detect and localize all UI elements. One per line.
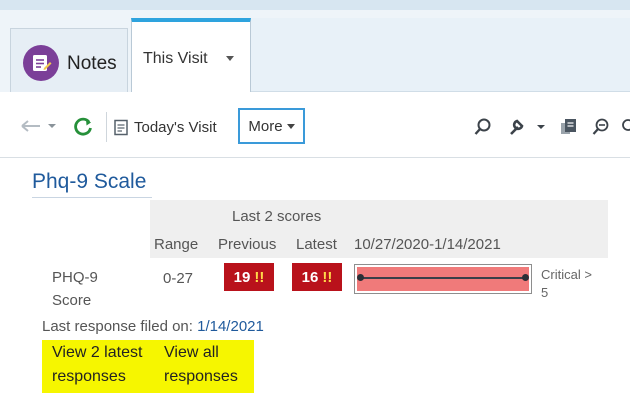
zoom-icon xyxy=(592,118,609,135)
last-response-text: Last response filed on: 1/14/2021 xyxy=(42,318,264,335)
view-latest-responses-link[interactable]: View 2 latest responses xyxy=(52,341,142,389)
view-latest-line1: View 2 latest xyxy=(52,344,143,361)
section-divider xyxy=(32,197,152,198)
trend-point-latest xyxy=(522,274,529,281)
view-latest-line2: responses xyxy=(52,368,126,385)
row-label: PHQ-9 Score xyxy=(52,266,98,312)
last-response-date-link[interactable]: 1/14/2021 xyxy=(197,318,264,335)
view-all-responses-link[interactable]: View all responses xyxy=(164,341,238,389)
group-header: Last 2 scores xyxy=(232,208,322,225)
search-icon xyxy=(474,118,491,135)
zoom-button[interactable] xyxy=(588,114,614,140)
search-button[interactable] xyxy=(470,114,496,140)
toolbar-divider xyxy=(106,112,107,142)
section-title: Phq-9 Scale xyxy=(32,170,147,193)
todays-visit-label: Today's Visit xyxy=(134,118,217,136)
tab-this-visit[interactable]: This Visit xyxy=(131,18,251,92)
overflow-icon-button[interactable] xyxy=(616,114,630,140)
tab-strip: Notes This Visit xyxy=(0,0,630,92)
alert-icon: !! xyxy=(254,268,265,286)
row-label-line2: Score xyxy=(52,292,92,309)
critical-threshold: Critical > 5 xyxy=(541,266,592,302)
view-all-line2: responses xyxy=(164,368,238,385)
trend-line xyxy=(360,277,526,279)
latest-score-value: 16 xyxy=(301,268,319,286)
last-response-label: Last response filed on: xyxy=(42,318,193,335)
row-label-line1: PHQ-9 xyxy=(52,269,98,286)
todays-visit-button[interactable]: Today's Visit xyxy=(114,112,236,142)
critical-line2: 5 xyxy=(541,285,549,300)
notes-icon xyxy=(23,45,59,81)
critical-line1: Critical > xyxy=(541,267,592,282)
tab-notes[interactable]: Notes xyxy=(10,28,128,92)
alert-icon: !! xyxy=(322,268,333,286)
trend-graph[interactable] xyxy=(354,264,532,294)
column-header-date-range: 10/27/2020-1/14/2021 xyxy=(354,236,501,253)
chevron-down-icon xyxy=(286,123,295,129)
clipboard-icon xyxy=(561,119,576,134)
more-button[interactable]: More xyxy=(238,108,305,144)
tools-button[interactable] xyxy=(505,114,549,140)
latest-score-badge[interactable]: 16 !! xyxy=(292,263,342,291)
wrench-icon xyxy=(510,119,545,135)
refresh-icon xyxy=(74,117,92,136)
view-all-line1: View all xyxy=(164,344,219,361)
range-value: 0-27 xyxy=(163,270,194,287)
trend-point-previous xyxy=(357,274,364,281)
partial-toolbar-icon xyxy=(622,119,630,131)
clipboard-button[interactable] xyxy=(556,114,582,140)
tab-notes-label: Notes xyxy=(67,53,117,74)
back-arrow-icon xyxy=(21,120,56,132)
back-button[interactable] xyxy=(16,114,60,138)
column-header-range: Range xyxy=(154,236,199,253)
tab-strip-filler xyxy=(251,18,630,92)
tab-this-visit-label: This Visit xyxy=(143,50,208,67)
column-header-previous: Previous xyxy=(218,236,277,253)
previous-score-badge[interactable]: 19 !! xyxy=(224,263,274,291)
calendar-icon xyxy=(114,119,128,135)
more-label: More xyxy=(248,117,283,135)
refresh-button[interactable] xyxy=(70,114,96,140)
critical-range-fill xyxy=(357,267,529,291)
previous-score-value: 19 xyxy=(233,268,251,286)
column-header-latest: Latest xyxy=(296,236,337,253)
tab-strip-topline xyxy=(0,0,630,10)
chevron-down-icon[interactable] xyxy=(226,56,234,61)
